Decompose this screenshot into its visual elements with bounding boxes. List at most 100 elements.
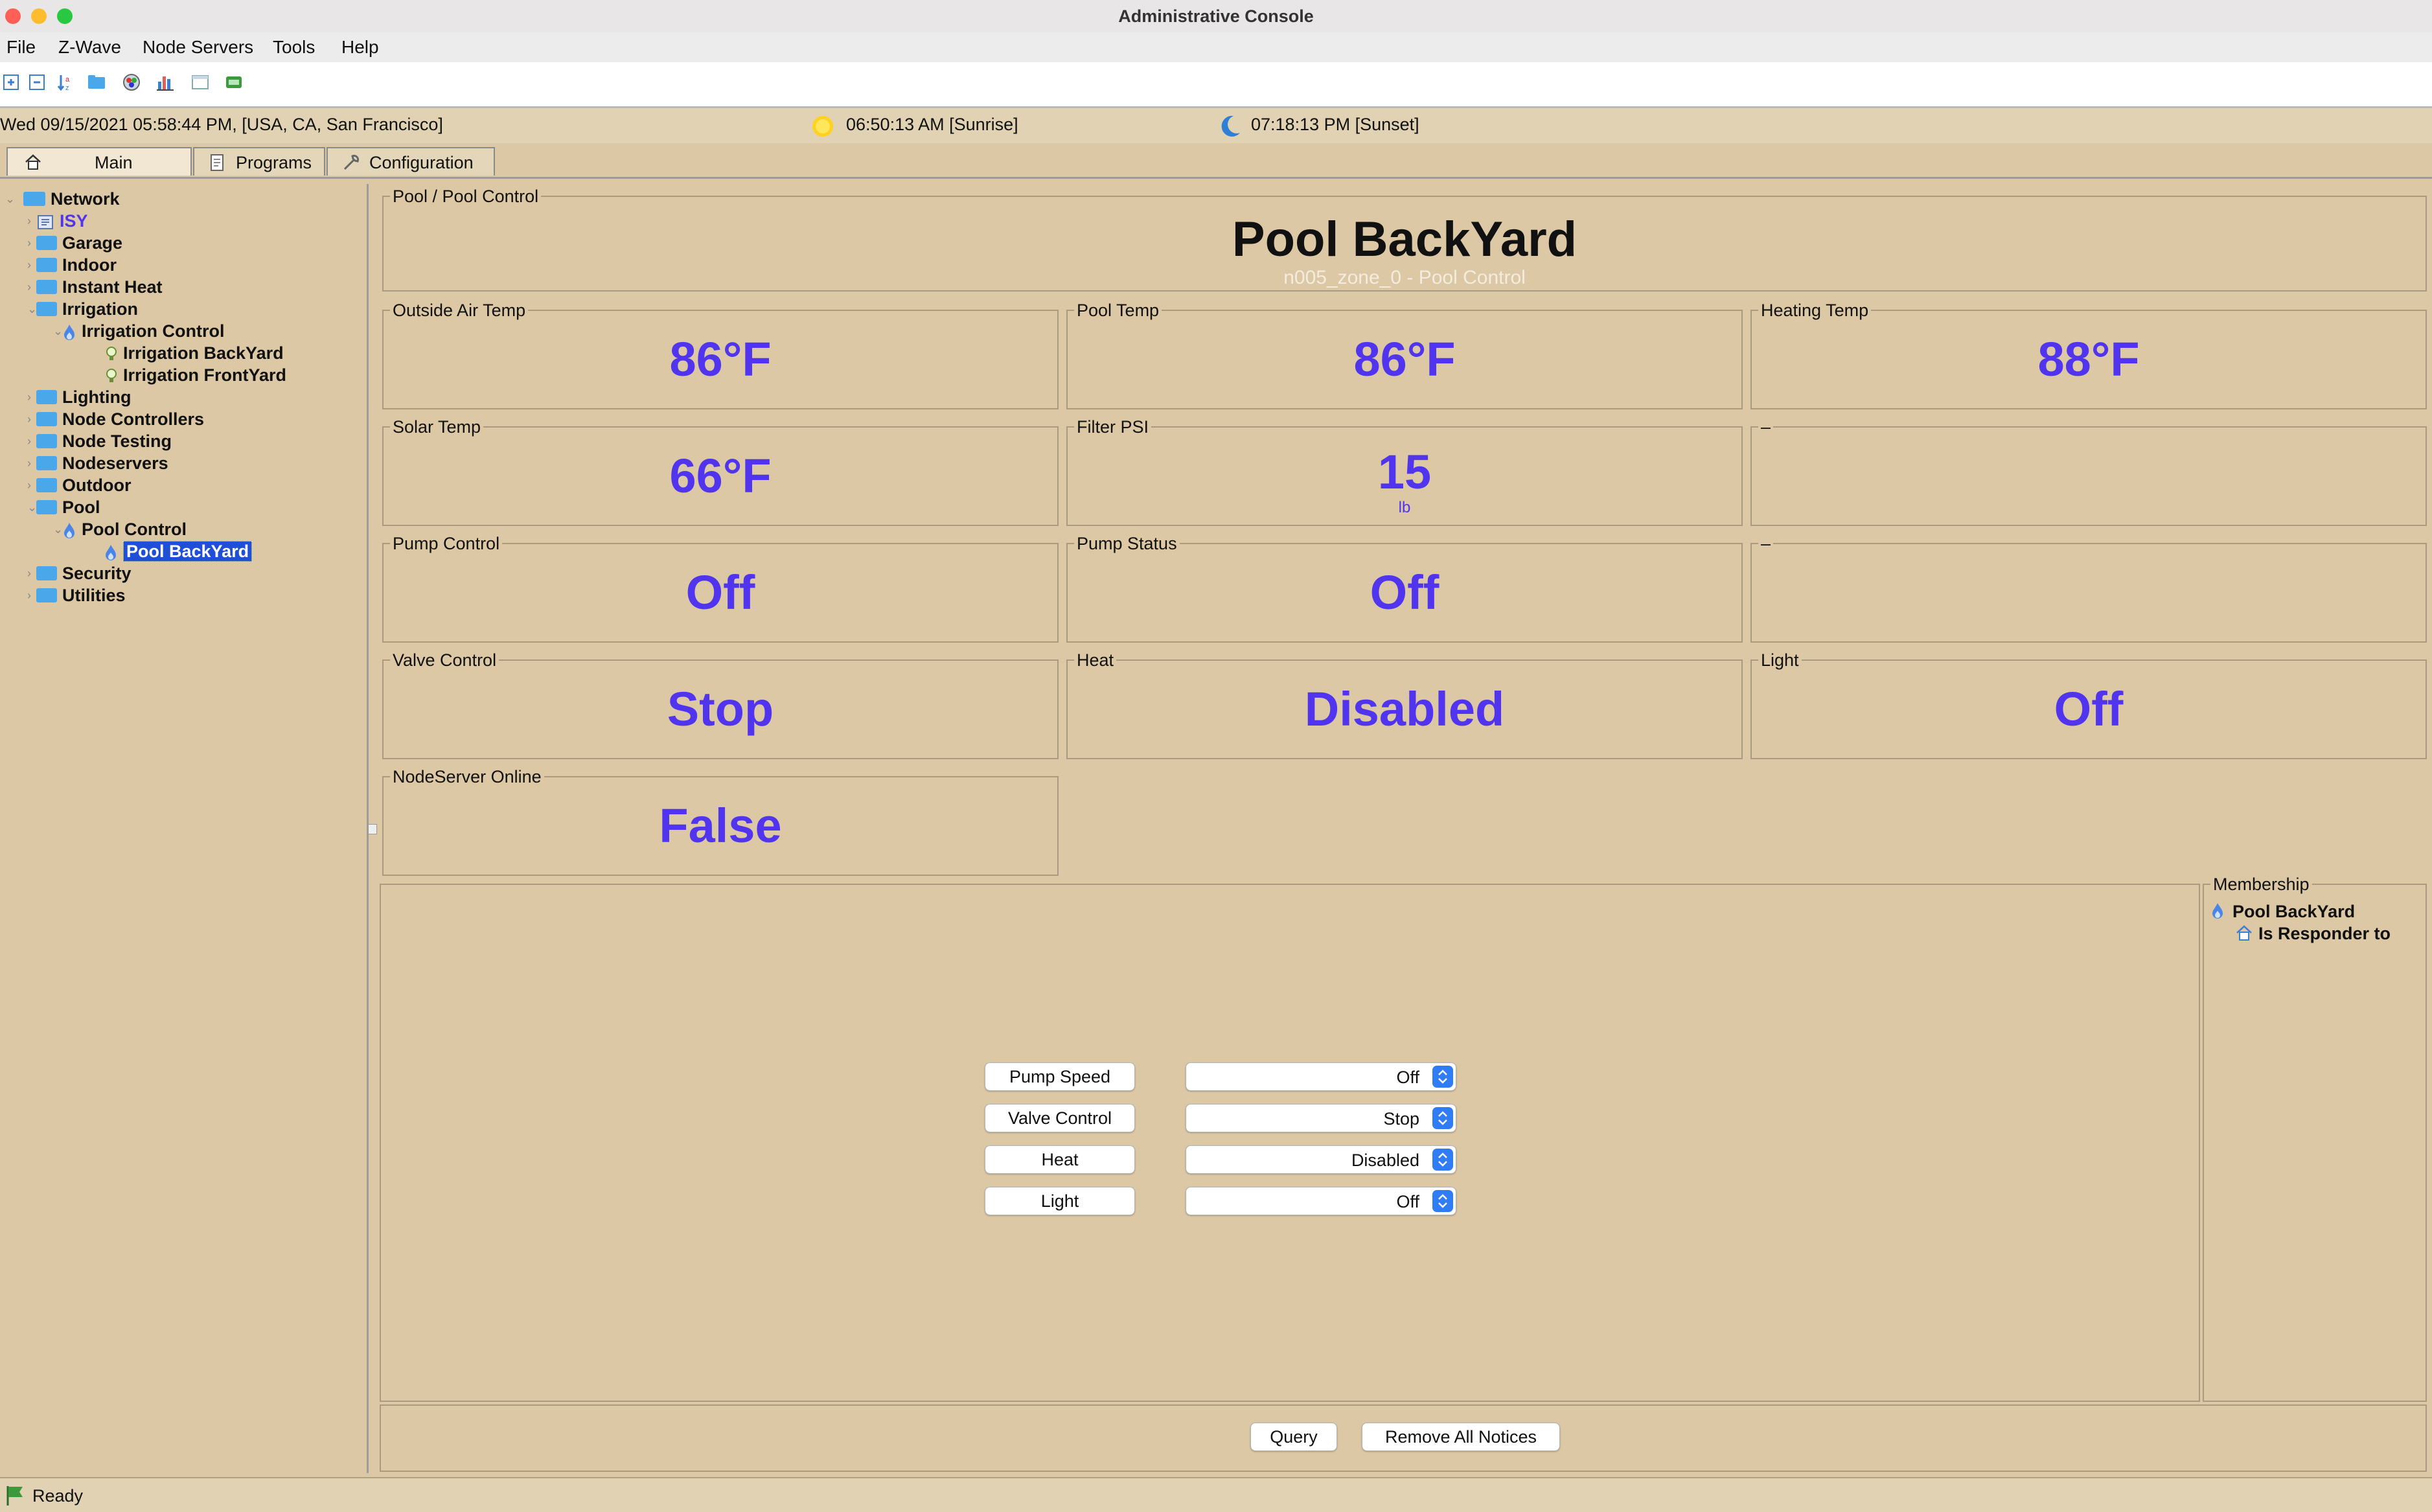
scene-icon bbox=[2236, 925, 2252, 941]
valve-control-button[interactable]: Valve Control bbox=[985, 1104, 1135, 1132]
tree-item-irrigation-backyard[interactable]: Irrigation BackYard bbox=[105, 342, 284, 364]
tree-item-utilities[interactable]: › Utilities bbox=[27, 584, 126, 606]
tree-item-garage[interactable]: › Garage bbox=[27, 232, 122, 254]
tab-configuration-label: Configuration bbox=[369, 153, 474, 172]
status-text: Ready bbox=[32, 1486, 84, 1506]
tree-item-pool-backyard[interactable]: Pool BackYard bbox=[104, 540, 253, 562]
cell-label: Heat bbox=[1074, 650, 1117, 670]
bulb-icon bbox=[106, 368, 117, 382]
status-bar: Ready bbox=[0, 1477, 2432, 1512]
node-icon bbox=[2212, 903, 2223, 919]
controller-icon bbox=[38, 214, 53, 229]
flag-icon bbox=[6, 1486, 23, 1506]
controls-panel bbox=[380, 884, 2200, 1402]
menu-bar: File Z-Wave Node Servers Tools Help bbox=[0, 32, 2432, 62]
menu-tools[interactable]: Tools bbox=[273, 37, 315, 58]
wrench-icon bbox=[343, 154, 360, 170]
pool-temp-value: 86°F bbox=[1353, 332, 1456, 386]
scene-icon[interactable] bbox=[122, 73, 141, 92]
valve-control-select[interactable]: Stop bbox=[1186, 1104, 1456, 1132]
tree-item-network[interactable]: ⌄ Network bbox=[5, 188, 120, 210]
device-icon[interactable] bbox=[224, 73, 244, 92]
tree-item-pool[interactable]: ⌄ Pool bbox=[27, 496, 100, 518]
sunrise-time: 06:50:13 AM [Sunrise] bbox=[846, 115, 1018, 134]
stepper-icon bbox=[1432, 1190, 1453, 1212]
tab-bar: Main Programs Configuration bbox=[0, 143, 2432, 179]
folder-icon bbox=[36, 389, 57, 404]
pump-speed-button[interactable]: Pump Speed bbox=[985, 1062, 1135, 1091]
folder-icon bbox=[36, 257, 57, 272]
cell-label: Solar Temp bbox=[390, 417, 484, 437]
filter-psi-value: 15 bbox=[1377, 445, 1432, 499]
collapse-all-icon[interactable] bbox=[27, 73, 47, 92]
menu-node-servers[interactable]: Node Servers bbox=[143, 37, 253, 58]
tab-programs[interactable]: Programs bbox=[193, 147, 325, 176]
membership-node[interactable]: Pool BackYard bbox=[2212, 902, 2355, 922]
tree-item-outdoor[interactable]: › Outdoor bbox=[27, 474, 131, 496]
tree-item-irrigation-frontyard[interactable]: Irrigation FrontYard bbox=[105, 364, 286, 386]
device-tree: ⌄ Network › ISY › Garage › Indoor › Instant H… bbox=[0, 184, 369, 1473]
menu-help[interactable]: Help bbox=[341, 37, 379, 58]
membership-relation[interactable]: Is Responder to bbox=[2236, 924, 2391, 944]
tree-item-node-controllers[interactable]: › Node Controllers bbox=[27, 408, 204, 430]
expand-all-icon[interactable] bbox=[1, 73, 21, 92]
pump-control-value: Off bbox=[685, 566, 755, 619]
breadcrumb: Pool / Pool Control bbox=[390, 187, 542, 207]
tree-item-security[interactable]: › Security bbox=[27, 562, 132, 584]
sort-icon[interactable]: az bbox=[56, 73, 75, 92]
empty-cell: – bbox=[1750, 417, 2427, 526]
window-icon[interactable] bbox=[190, 73, 210, 92]
menu-zwave[interactable]: Z-Wave bbox=[58, 37, 121, 58]
bulb-icon bbox=[106, 346, 117, 360]
folder-icon bbox=[36, 411, 57, 426]
filter-psi-unit: lb bbox=[1398, 499, 1411, 516]
pool-temp-cell: Pool Temp 86°F bbox=[1066, 301, 1743, 409]
svg-text:a: a bbox=[65, 76, 70, 84]
query-button[interactable]: Query bbox=[1250, 1423, 1337, 1451]
tab-main[interactable]: Main bbox=[6, 147, 192, 176]
cell-label: Pump Control bbox=[390, 534, 503, 554]
tab-configuration[interactable]: Configuration bbox=[327, 147, 495, 176]
tree-item-indoor[interactable]: › Indoor bbox=[27, 254, 117, 276]
heat-select[interactable]: Disabled bbox=[1186, 1145, 1456, 1174]
cell-label: Valve Control bbox=[390, 650, 499, 670]
cell-label: Pool Temp bbox=[1074, 301, 1162, 321]
tree-item-node-testing[interactable]: › Node Testing bbox=[27, 430, 172, 452]
tab-programs-label: Programs bbox=[236, 153, 312, 172]
remove-all-notices-button[interactable]: Remove All Notices bbox=[1362, 1423, 1560, 1451]
node-icon bbox=[64, 324, 75, 340]
tree-item-irrigation[interactable]: ⌄ Irrigation bbox=[27, 298, 138, 320]
nodeserver-online-value: False bbox=[659, 799, 782, 853]
sun-icon bbox=[812, 116, 833, 137]
window-title: Administrative Console bbox=[1118, 6, 1314, 26]
light-select[interactable]: Off bbox=[1186, 1187, 1456, 1215]
menu-file[interactable]: File bbox=[6, 37, 36, 58]
current-datetime: Wed 09/15/2021 05:58:44 PM, [USA, CA, Sa… bbox=[0, 115, 443, 134]
pump-speed-select[interactable]: Off bbox=[1186, 1062, 1456, 1091]
page-title: Pool BackYard bbox=[1232, 212, 1577, 267]
chart-icon[interactable] bbox=[155, 73, 175, 92]
light-button[interactable]: Light bbox=[985, 1187, 1135, 1215]
node-icon bbox=[64, 522, 75, 538]
stepper-icon bbox=[1432, 1107, 1453, 1129]
cell-label: – bbox=[1758, 534, 1774, 554]
light-value: Off bbox=[2054, 682, 2124, 736]
folder-icon[interactable] bbox=[87, 73, 106, 92]
heat-button[interactable]: Heat bbox=[985, 1145, 1135, 1174]
split-pane-handle[interactable] bbox=[368, 824, 377, 834]
empty-cell: – bbox=[1750, 534, 2427, 643]
pump-speed-select-value: Off bbox=[1396, 1068, 1419, 1087]
pump-status-value: Off bbox=[1370, 566, 1440, 619]
solar-temp-value: 66°F bbox=[669, 449, 772, 503]
folder-icon bbox=[36, 235, 57, 250]
tree-item-nodeservers[interactable]: › Nodeservers bbox=[27, 452, 168, 474]
tree-item-instant-heat[interactable]: › Instant Heat bbox=[27, 276, 163, 298]
pump-control-cell: Pump Control Off bbox=[382, 534, 1059, 643]
tree-item-isy[interactable]: › ISY bbox=[27, 210, 88, 232]
valve-control-cell: Valve Control Stop bbox=[382, 650, 1059, 759]
tree-item-lighting[interactable]: › Lighting bbox=[27, 386, 131, 408]
tree-item-pool-control[interactable]: ⌄ Pool Control bbox=[53, 518, 187, 540]
outside-air-temp-value: 86°F bbox=[669, 332, 772, 386]
moon-icon bbox=[1221, 115, 1240, 137]
tree-item-irrigation-control[interactable]: ⌄ Irrigation Control bbox=[53, 320, 224, 342]
